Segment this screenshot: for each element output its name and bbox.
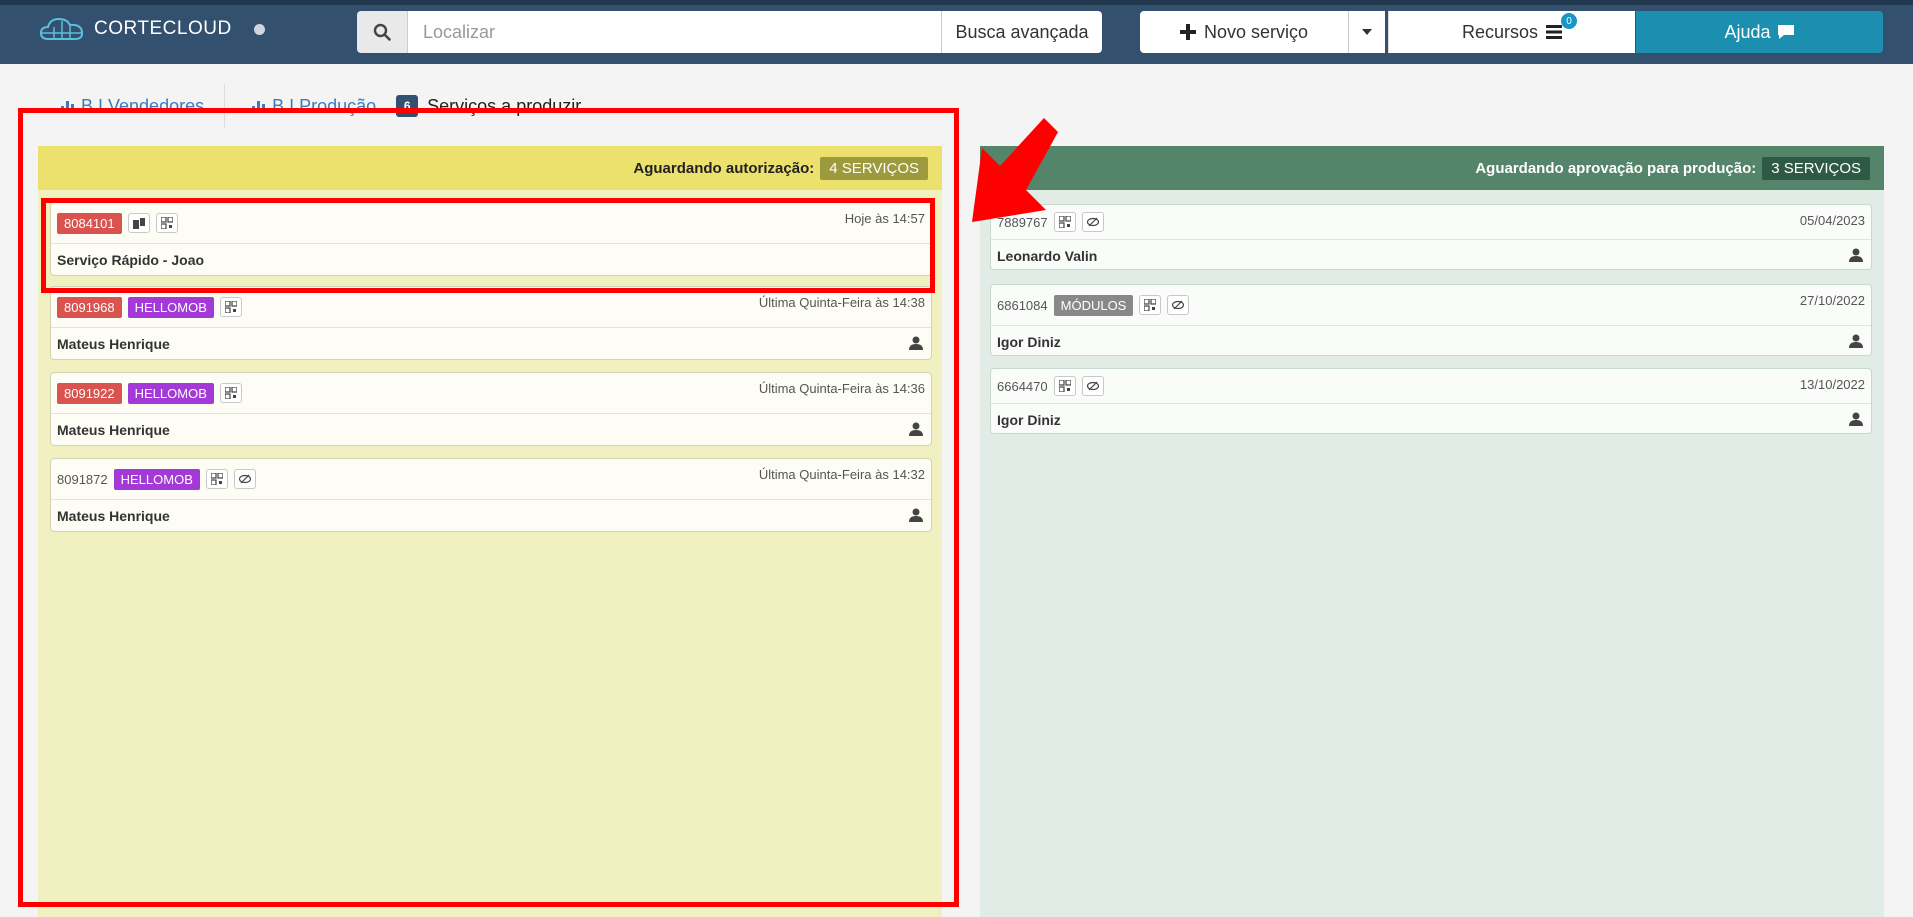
advanced-search-button[interactable]: Busca avançada (941, 11, 1102, 53)
ajuda-label: Ajuda (1724, 21, 1771, 42)
column-header: Aguardando aprovação para produção: 3 SE… (980, 146, 1884, 190)
card-body: Igor Diniz (991, 326, 1871, 358)
visibility-button[interactable] (1081, 376, 1104, 396)
brand[interactable]: CORTECLOUD (40, 17, 265, 41)
card-client-name: Igor Diniz (997, 412, 1061, 428)
visibility-button[interactable] (1081, 212, 1104, 232)
column-aguardando-aprovacao: Aguardando aprovação para produção: 3 SE… (980, 146, 1884, 917)
card-date: 05/04/2023 (1799, 213, 1865, 228)
caret-down-icon (1362, 29, 1372, 35)
service-id[interactable]: 6861084 (997, 298, 1048, 313)
red-arrow-annotation (972, 118, 1058, 222)
eye-slash-icon (1086, 381, 1099, 391)
top-navbar: CORTECLOUD Busca avançada Novo serviço R… (0, 0, 1913, 64)
column-count-badge: 3 SERVIÇOS (1762, 156, 1870, 180)
search-icon (373, 23, 391, 41)
recursos-button[interactable]: Recursos 0 (1388, 11, 1635, 53)
plus-icon (1179, 24, 1196, 40)
eye-slash-icon (1086, 217, 1099, 227)
annotation-highlight-card (41, 198, 935, 293)
card-body: Igor Diniz (991, 404, 1871, 436)
card-client-name: Igor Diniz (997, 334, 1061, 350)
card-body: Leonardo Valin (991, 240, 1871, 272)
eye-slash-icon (1172, 300, 1185, 310)
card-date: 27/10/2022 (1799, 293, 1865, 308)
novo-servico-button[interactable]: Novo serviço (1140, 11, 1348, 53)
qrcode-icon (1144, 299, 1157, 311)
search-button[interactable] (357, 11, 408, 53)
visibility-button[interactable] (1167, 295, 1190, 315)
card-header: 6664470 13/10/2022 (991, 369, 1871, 404)
qrcode-icon (1058, 380, 1071, 392)
user-icon (1849, 412, 1863, 426)
card-client-name: Leonardo Valin (997, 248, 1098, 264)
user-icon (1849, 248, 1863, 262)
novo-servico-label: Novo serviço (1203, 21, 1309, 42)
ajuda-button[interactable]: Ajuda (1636, 11, 1883, 53)
search-group: Busca avançada (357, 11, 1102, 53)
recursos-label: Recursos (1461, 21, 1539, 42)
qrcode-button[interactable] (1053, 376, 1076, 396)
service-id[interactable]: 6664470 (997, 379, 1048, 394)
service-card[interactable]: 6861084 MÓDULOS 27/10/2022 Igor Diniz (990, 284, 1872, 356)
card-header: 7889767 05/04/2023 (991, 205, 1871, 240)
service-card[interactable]: 6664470 13/10/2022 Igor Diniz (990, 368, 1872, 434)
card-date: 13/10/2022 (1799, 377, 1865, 392)
novo-servico-group: Novo serviço (1140, 11, 1385, 53)
service-card[interactable]: 7889767 05/04/2023 Leonardo Valin (990, 204, 1872, 270)
modulos-tag: MÓDULOS (1053, 294, 1134, 316)
status-dot (253, 23, 265, 35)
user-icon (1849, 334, 1863, 348)
brand-name: CORTECLOUD (94, 18, 232, 39)
cloud-logo-icon (40, 17, 84, 40)
qrcode-button[interactable] (1139, 295, 1162, 315)
bars-icon (1546, 25, 1563, 39)
recursos-badge: 0 (1561, 13, 1577, 29)
comment-icon (1777, 25, 1794, 39)
column-title: Aguardando aprovação para produção: (1475, 159, 1757, 177)
search-input[interactable] (408, 11, 941, 53)
navbar-top-line (0, 0, 1913, 5)
novo-servico-dropdown-toggle[interactable] (1348, 11, 1385, 53)
card-header: 6861084 MÓDULOS 27/10/2022 (991, 285, 1871, 326)
